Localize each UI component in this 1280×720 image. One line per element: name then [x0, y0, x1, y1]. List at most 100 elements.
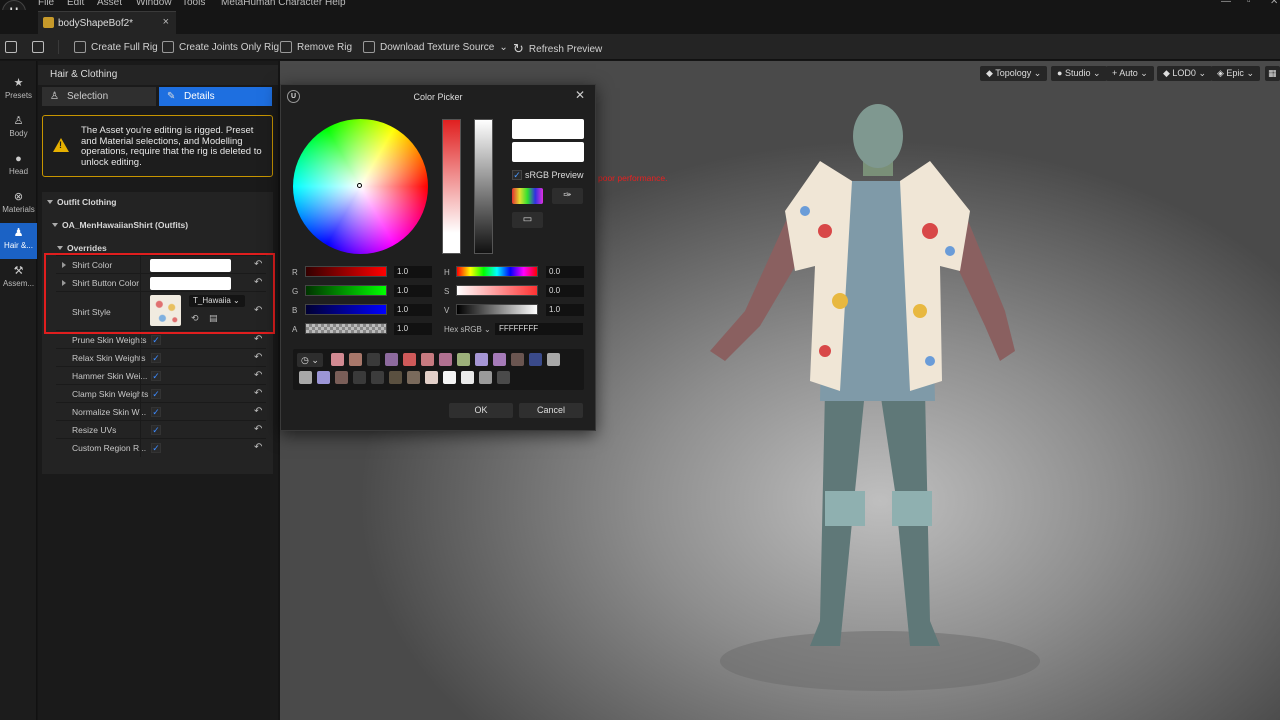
- eyedropper-icon[interactable]: ✑: [552, 188, 583, 204]
- resize-uvs-checkbox[interactable]: ✓: [151, 425, 161, 435]
- overrides-header[interactable]: Overrides: [57, 243, 107, 253]
- tab-bodyshape[interactable]: bodyShapeBof2* ×: [38, 11, 176, 34]
- browse-asset-icon[interactable]: ▤: [209, 313, 218, 324]
- create-full-rig-button[interactable]: Create Full Rig: [74, 41, 158, 53]
- color-swatch[interactable]: [547, 353, 560, 366]
- g-slider[interactable]: [305, 285, 387, 296]
- shirt-color-swatch[interactable]: [150, 259, 231, 272]
- prune-skin-weights-checkbox[interactable]: ✓: [151, 335, 161, 345]
- outfit-clothing-header[interactable]: Outfit Clothing: [47, 197, 116, 207]
- color-swatch[interactable]: [407, 371, 420, 384]
- menu-asset[interactable]: Asset: [97, 0, 122, 8]
- h-slider[interactable]: [456, 266, 538, 277]
- s-value[interactable]: 0.0: [546, 285, 584, 297]
- lod-dropdown[interactable]: ◆ LOD0 ⌄: [1157, 66, 1212, 81]
- reset-icon[interactable]: ↶: [254, 352, 262, 363]
- color-swatch[interactable]: [497, 371, 510, 384]
- srgb-preview-checkbox[interactable]: ✓: [512, 170, 522, 180]
- reset-icon[interactable]: ↶: [254, 442, 262, 453]
- hammer-skin-weights-checkbox[interactable]: ✓: [151, 371, 161, 381]
- color-swatch[interactable]: [425, 371, 438, 384]
- tab-details[interactable]: ✎ Details: [159, 87, 272, 106]
- color-swatch[interactable]: [457, 353, 470, 366]
- color-swatch[interactable]: [439, 353, 452, 366]
- menu-metahuman-character[interactable]: MetaHuman Character: [221, 0, 322, 8]
- color-swatch[interactable]: [529, 353, 542, 366]
- s-slider[interactable]: [456, 285, 538, 296]
- a-value[interactable]: 1.0: [394, 323, 432, 335]
- ok-button[interactable]: OK: [449, 403, 513, 418]
- maximize-icon[interactable]: ▫: [1247, 0, 1251, 7]
- reset-icon[interactable]: ↶: [254, 388, 262, 399]
- color-swatch[interactable]: [371, 371, 384, 384]
- menu-window[interactable]: Window: [136, 0, 172, 8]
- color-swatch[interactable]: [299, 371, 312, 384]
- v-slider[interactable]: [456, 304, 538, 315]
- studio-dropdown[interactable]: ● Studio ⌄: [1051, 66, 1107, 81]
- reset-icon[interactable]: ↶: [254, 259, 262, 270]
- b-value[interactable]: 1.0: [394, 304, 432, 316]
- color-swatch[interactable]: [317, 371, 330, 384]
- color-swatch[interactable]: [367, 353, 380, 366]
- close-icon[interactable]: ✕: [575, 88, 585, 102]
- color-swatch[interactable]: [493, 353, 506, 366]
- relax-skin-weights-checkbox[interactable]: ✓: [151, 353, 161, 363]
- clamp-skin-weights-checkbox[interactable]: ✓: [151, 389, 161, 399]
- sidebar-item-materials[interactable]: ⊗ Materials: [0, 187, 37, 223]
- reset-icon[interactable]: ↶: [254, 406, 262, 417]
- color-swatch[interactable]: [475, 353, 488, 366]
- close-window-icon[interactable]: ✕: [1270, 0, 1278, 7]
- color-wheel[interactable]: [293, 119, 428, 254]
- save-icon[interactable]: [5, 41, 17, 53]
- refresh-preview-button[interactable]: ↻ Refresh Preview: [513, 41, 602, 57]
- color-swatch[interactable]: [403, 353, 416, 366]
- shirt-button-color-swatch[interactable]: [150, 277, 231, 290]
- create-joints-rig-button[interactable]: Create Joints Only Rig: [162, 41, 279, 53]
- reset-icon[interactable]: ↶: [254, 305, 262, 316]
- r-slider[interactable]: [305, 266, 387, 277]
- reset-icon[interactable]: ↶: [254, 334, 262, 345]
- reset-icon[interactable]: ↶: [254, 277, 262, 288]
- expand-icon[interactable]: [62, 262, 66, 268]
- value-bar[interactable]: [474, 119, 493, 254]
- color-swatch[interactable]: [421, 353, 434, 366]
- recent-colors-button[interactable]: ◷ ⌄: [297, 353, 323, 367]
- normalize-skin-weights-checkbox[interactable]: ✓: [151, 407, 161, 417]
- color-swatch[interactable]: [385, 353, 398, 366]
- color-swatch[interactable]: [511, 353, 524, 366]
- r-value[interactable]: 1.0: [394, 266, 432, 278]
- topology-dropdown[interactable]: ◆ Topology ⌄: [980, 66, 1048, 81]
- wheel-cursor[interactable]: [357, 183, 362, 188]
- color-swatch[interactable]: [335, 371, 348, 384]
- h-value[interactable]: 0.0: [546, 266, 584, 278]
- minimize-icon[interactable]: —: [1221, 0, 1231, 7]
- menu-file[interactable]: File: [38, 0, 54, 8]
- remove-rig-button[interactable]: Remove Rig: [280, 41, 352, 53]
- sidebar-item-presets[interactable]: ★ Presets: [0, 73, 37, 109]
- color-swatch[interactable]: [331, 353, 344, 366]
- hex-mode-dropdown[interactable]: Hex sRGB ⌄: [444, 325, 491, 334]
- saturation-bar[interactable]: [442, 119, 461, 254]
- color-swatch[interactable]: [461, 371, 474, 384]
- reset-icon[interactable]: ↶: [254, 424, 262, 435]
- menu-tools[interactable]: Tools: [182, 0, 205, 8]
- custom-region-checkbox[interactable]: ✓: [151, 443, 161, 453]
- color-swatch[interactable]: [479, 371, 492, 384]
- tab-selection[interactable]: ♙ Selection: [42, 87, 156, 106]
- screen-capture-icon[interactable]: ▭: [512, 212, 543, 228]
- auto-dropdown[interactable]: + Auto ⌄: [1106, 66, 1154, 81]
- cancel-button[interactable]: Cancel: [519, 403, 583, 418]
- use-selected-icon[interactable]: ⟲: [191, 313, 199, 324]
- b-slider[interactable]: [305, 304, 387, 315]
- texture-dropdown[interactable]: T_Hawaiia ⌄: [189, 295, 245, 307]
- close-tab-icon[interactable]: ×: [163, 16, 169, 28]
- color-swatch[interactable]: [353, 371, 366, 384]
- a-slider[interactable]: [305, 323, 387, 334]
- v-value[interactable]: 1.0: [546, 304, 584, 316]
- menu-help[interactable]: Help: [325, 0, 346, 8]
- grid-view-icon[interactable]: ▦: [1265, 66, 1280, 81]
- sidebar-item-assembly[interactable]: ⚒ Assem...: [0, 261, 37, 297]
- reset-icon[interactable]: ↶: [254, 370, 262, 381]
- sidebar-item-body[interactable]: ♙ Body: [0, 111, 37, 147]
- color-swatch[interactable]: [349, 353, 362, 366]
